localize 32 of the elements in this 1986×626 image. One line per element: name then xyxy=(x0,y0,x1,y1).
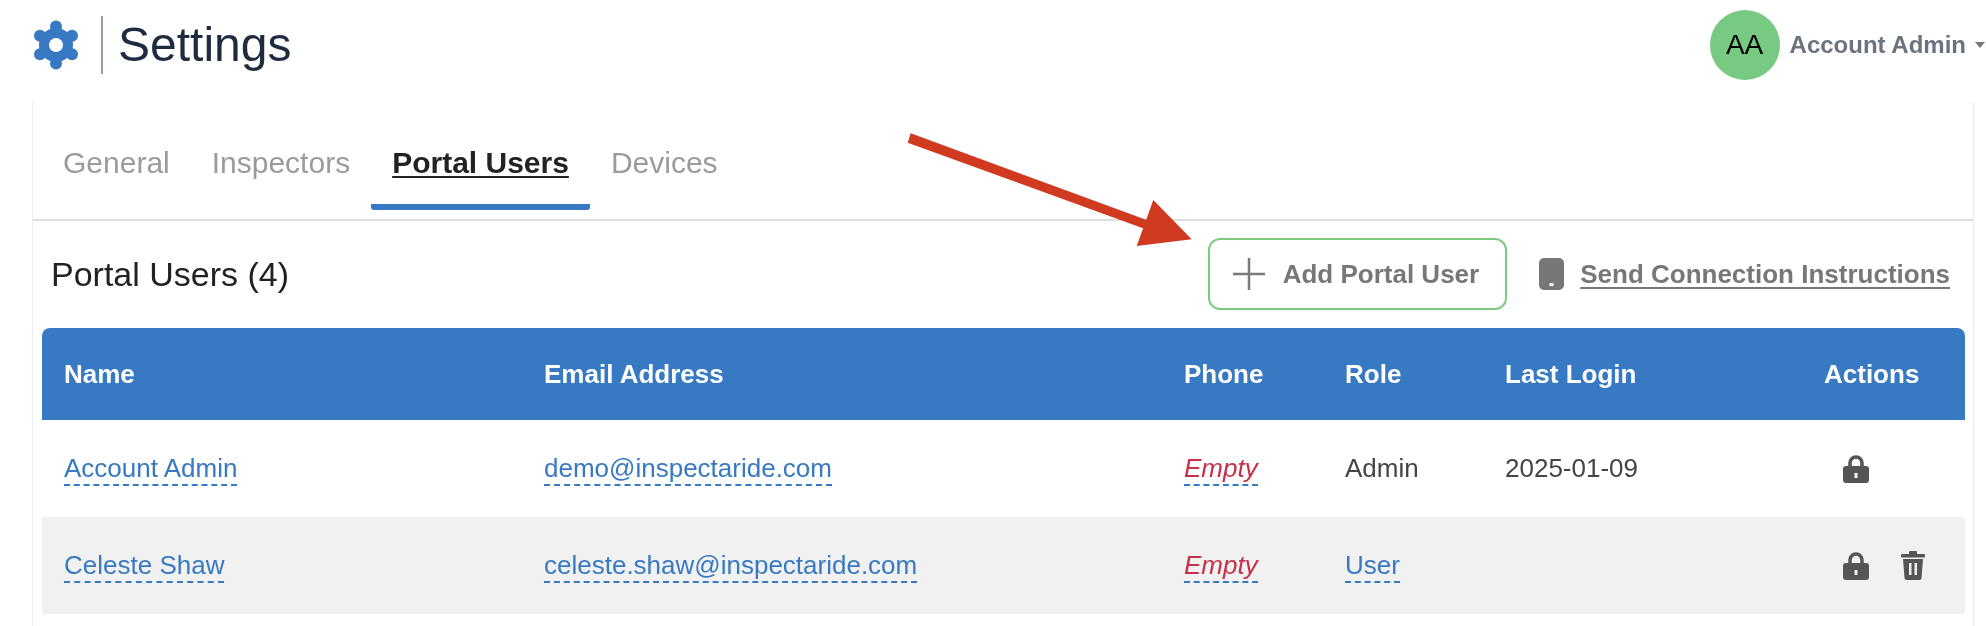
caret-icon[interactable] xyxy=(1975,42,1985,48)
tab[interactable]: Devices xyxy=(589,145,739,210)
tab[interactable]: Inspectors xyxy=(190,145,372,210)
send-instructions-link[interactable]: Send Connection Instructions xyxy=(1580,258,1950,290)
lock-icon[interactable] xyxy=(1843,454,1869,483)
role-link[interactable]: User xyxy=(1345,550,1400,583)
plus-icon xyxy=(1232,258,1265,290)
page-title: Settings xyxy=(118,18,292,72)
trash-icon[interactable] xyxy=(1901,551,1925,580)
user-avatar[interactable]: AA xyxy=(1709,10,1780,80)
account-name[interactable]: Account Admin xyxy=(1789,31,1966,59)
tab[interactable]: General xyxy=(42,145,191,210)
user-name-link[interactable]: Account Admin xyxy=(64,453,238,486)
gear-icon xyxy=(33,20,79,70)
column-header: Actions xyxy=(1824,358,1920,389)
column-header: Phone xyxy=(1184,358,1264,389)
last-login-text: 2025-01-09 xyxy=(1505,453,1638,483)
tab[interactable]: Portal Users xyxy=(371,145,590,210)
email-address-link[interactable]: demo@inspectaride.com xyxy=(544,453,832,486)
email-address-link[interactable]: celeste.shaw@inspectaride.com xyxy=(544,550,918,583)
phone-number-link[interactable]: Empty xyxy=(1184,550,1258,583)
role-text: Admin xyxy=(1345,453,1419,483)
phone-icon[interactable] xyxy=(1539,258,1565,290)
user-name-link[interactable]: Celeste Shaw xyxy=(64,550,225,583)
section-title: Portal Users (4) xyxy=(50,254,291,294)
phone-number-link[interactable]: Empty xyxy=(1184,453,1258,486)
column-header: Role xyxy=(1345,358,1402,389)
add-portal-user-button[interactable]: Add Portal User xyxy=(1207,238,1508,310)
column-header: Name xyxy=(64,358,135,389)
column-header: Last Login xyxy=(1505,358,1637,389)
lock-icon[interactable] xyxy=(1843,551,1869,580)
column-header: Email Address xyxy=(544,358,724,389)
